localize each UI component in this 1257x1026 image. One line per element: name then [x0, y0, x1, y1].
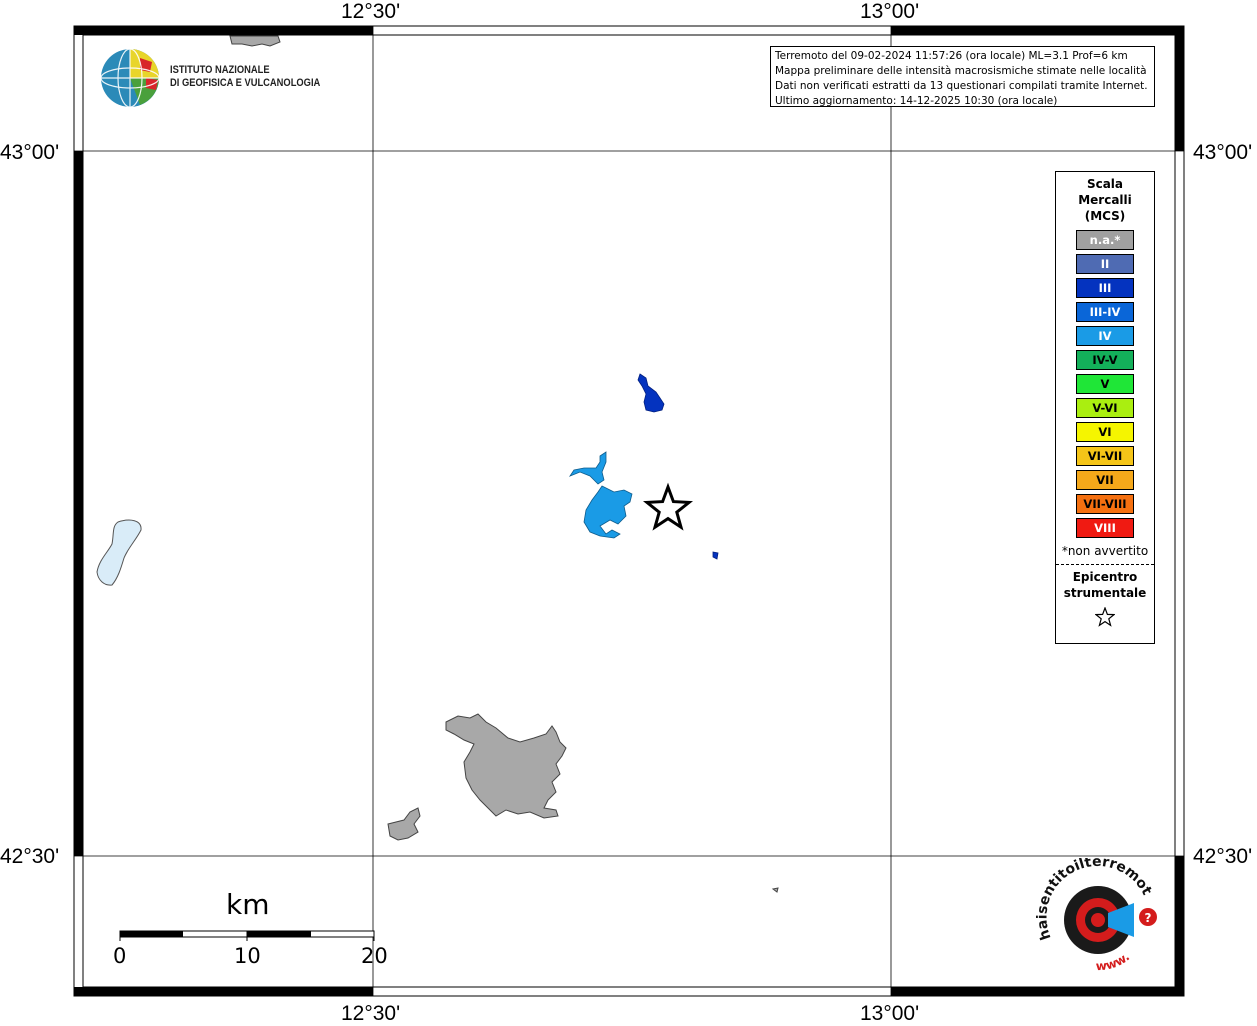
lon-label-bottom-1: 12°30': [341, 1002, 401, 1025]
lat-label-right-1: 43°00': [1193, 141, 1253, 164]
legend-item: VI-VII: [1076, 446, 1134, 466]
legend-epicenter-line-1: Epicentro: [1072, 570, 1138, 584]
legend-item: n.a.*: [1076, 230, 1134, 250]
lon-label-top-2: 13°00': [860, 0, 920, 23]
hsi-logo-icon: haisentitoilterremoto.it www. ?: [1036, 858, 1157, 973]
legend-item: V-VI: [1076, 398, 1134, 418]
legend-title-line-1: Scala: [1086, 177, 1124, 191]
ingv-globe-logo-icon: [100, 48, 160, 108]
epicenter-star-icon: [642, 482, 694, 531]
scale-unit: km: [226, 888, 270, 921]
intensity-area-iv: [568, 451, 633, 539]
lon-label-bottom-2: 13°00': [860, 1002, 920, 1025]
ingv-line-2: DI GEOFISICA E VULCANOLOGIA: [170, 77, 321, 89]
legend-item: VII: [1076, 470, 1134, 490]
legend-items: n.a.* II III III-IV IV IV-V V V-VI VI VI-VII VII VI…: [1056, 230, 1154, 538]
legend-separator: [1056, 564, 1154, 565]
legend-star-icon: [1056, 606, 1154, 631]
info-line-1: Terremoto del 09-02-2024 11:57:26 (ora l…: [775, 50, 1128, 62]
scale-tick-20: 20: [361, 944, 388, 968]
lat-label-left-1: 43°00': [0, 141, 60, 164]
info-line-2: Mappa preliminare delle intensità macros…: [775, 65, 1147, 77]
frame-ticks: [74, 26, 1184, 996]
city-area-small: [387, 807, 421, 841]
event-info-box: Terremoto del 09-02-2024 11:57:26 (ora l…: [770, 46, 1155, 107]
legend-item: VII-VIII: [1076, 494, 1134, 514]
legend-item: V: [1076, 374, 1134, 394]
lat-label-left-2: 42°30': [0, 845, 60, 868]
graticule: [74, 26, 1184, 996]
legend-title-line-3: (MCS): [1084, 209, 1126, 223]
legend-note: *non avvertito: [1061, 544, 1149, 558]
ingv-line-1: ISTITUTO NAZIONALE: [170, 64, 270, 76]
scale-tick-10: 10: [234, 944, 261, 968]
legend-item: III: [1076, 278, 1134, 298]
legend-epicenter-label: Epicentro strumentale: [1056, 569, 1154, 601]
legend-title-line-2: Mercalli: [1078, 193, 1132, 207]
legend-item: III-IV: [1076, 302, 1134, 322]
city-area-top: [229, 35, 281, 47]
legend-title: Scala Mercalli (MCS): [1056, 176, 1154, 224]
intensity-area-iii: [637, 373, 665, 413]
map-frame: [73, 25, 1185, 997]
legend-item: IV: [1076, 326, 1134, 346]
legend-item: VI: [1076, 422, 1134, 442]
map-inner-frame: [82, 34, 1176, 988]
city-area-main: [445, 713, 567, 819]
lat-label-right-2: 42°30': [1193, 845, 1253, 868]
legend-epicenter-line-2: strumentale: [1063, 586, 1147, 600]
lake-shape: [96, 519, 142, 586]
info-line-3: Dati non verificati estratti da 13 quest…: [775, 80, 1148, 92]
lon-label-top-1: 12°30': [341, 0, 401, 23]
legend-item: II: [1076, 254, 1134, 274]
ingv-logo-text: ISTITUTO NAZIONALE DI GEOFISICA E VULCAN…: [170, 64, 320, 90]
svg-text:?: ?: [1145, 911, 1152, 925]
intensity-area-iii-small: [712, 551, 719, 560]
city-area-dot: [771, 887, 779, 893]
legend-item: VIII: [1076, 518, 1134, 538]
scale-bar: [119, 930, 375, 941]
legend-item: IV-V: [1076, 350, 1134, 370]
info-line-4: Ultimo aggiornamento: 14-12-2025 10:30 (…: [775, 95, 1058, 107]
scale-tick-0: 0: [113, 944, 127, 968]
mcs-legend: Scala Mercalli (MCS) n.a.* II III III-IV IV I…: [1055, 171, 1155, 644]
